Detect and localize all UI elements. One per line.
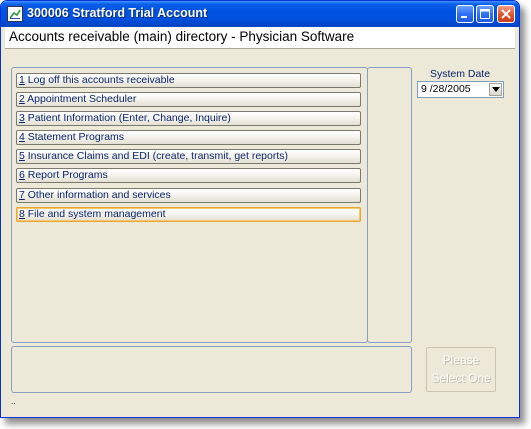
please-select-one-button[interactable]: Please Select One	[426, 347, 496, 392]
status-dots: ..	[11, 397, 16, 406]
side-panel	[367, 67, 412, 343]
menu-item-label: Appointment Scheduler	[24, 93, 137, 105]
app-icon	[7, 6, 23, 22]
system-date-label: System Date	[429, 68, 491, 80]
title-bar[interactable]: 300006 Stratford Trial Account	[1, 1, 519, 27]
date-dropdown-button[interactable]	[489, 83, 502, 96]
page-title: Accounts receivable (main) directory - P…	[9, 29, 355, 44]
close-icon	[501, 9, 511, 19]
select-button-line1: Please	[442, 353, 480, 367]
close-button[interactable]	[497, 5, 515, 23]
main-window: 300006 Stratford Trial Account Accounts …	[0, 0, 520, 418]
menu-item-appointment-scheduler[interactable]: 2 Appointment Scheduler	[16, 92, 361, 107]
system-date-value: 9 /28/2005	[421, 83, 471, 95]
menu-item-other-information[interactable]: 7 Other information and services	[16, 188, 361, 203]
menu-item-label: Log off this accounts receivable	[24, 74, 175, 86]
menu-item-label: Insurance Claims and EDI (create, transm…	[24, 150, 289, 162]
menu-item-insurance-claims[interactable]: 5 Insurance Claims and EDI (create, tran…	[16, 149, 361, 164]
menu-item-label: File and system management	[24, 208, 166, 220]
system-date-dropdown[interactable]: 9 /28/2005	[417, 81, 504, 98]
menu-item-file-system-management[interactable]: 8 File and system management	[16, 207, 361, 222]
window-title: 300006 Stratford Trial Account	[27, 6, 208, 20]
menu-item-label: Other information and services	[24, 189, 171, 201]
menu-item-report-programs[interactable]: 6 Report Programs	[16, 168, 361, 183]
menu-item-log-off[interactable]: 1 Log off this accounts receivable	[16, 73, 361, 88]
menu-item-label: Statement Programs	[24, 131, 125, 143]
menu-item-label: Report Programs	[24, 169, 108, 181]
directory-header: Accounts receivable (main) directory - P…	[5, 27, 515, 49]
menu-item-label: Patient Information (Enter, Change, Inqu…	[24, 112, 231, 124]
maximize-button[interactable]	[476, 5, 494, 23]
chevron-down-icon	[492, 87, 500, 92]
maximize-icon	[480, 9, 490, 19]
menu-panel	[11, 67, 368, 343]
status-panel	[11, 346, 412, 393]
select-button-line2: Select One	[431, 371, 491, 385]
menu-item-patient-information[interactable]: 3 Patient Information (Enter, Change, In…	[16, 111, 361, 126]
minimize-button[interactable]	[456, 5, 474, 23]
minimize-icon	[461, 16, 467, 18]
menu-item-statement-programs[interactable]: 4 Statement Programs	[16, 130, 361, 145]
